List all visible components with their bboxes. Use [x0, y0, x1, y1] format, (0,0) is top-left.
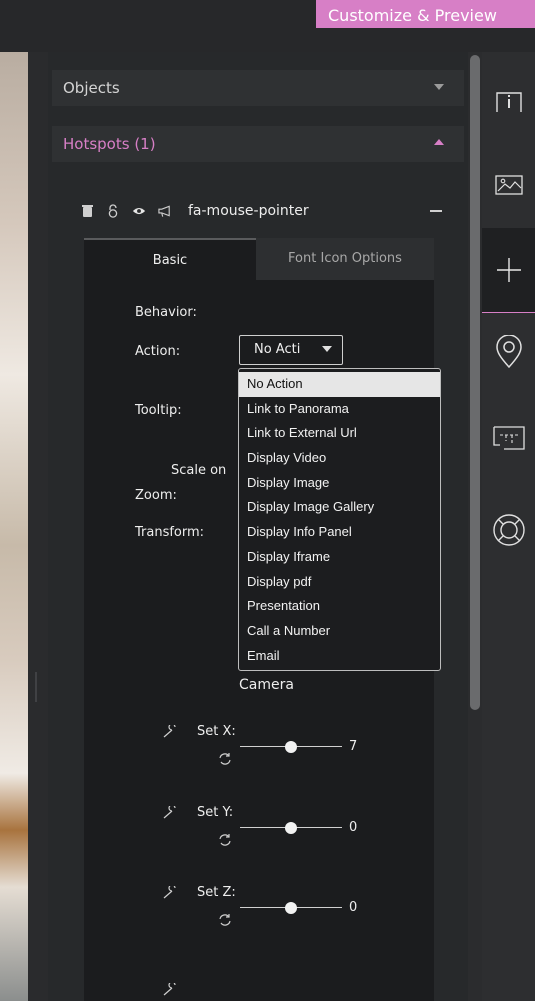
action-option[interactable]: Link to Panorama — [239, 397, 440, 422]
action-option[interactable]: No Action — [239, 372, 440, 397]
customize-preview-button[interactable]: Customize & Preview — [316, 0, 535, 28]
trash-icon[interactable] — [80, 204, 94, 218]
hotspot-name: fa-mouse-pointer — [188, 203, 309, 219]
hotspots-section-header[interactable]: Hotspots (1) — [52, 126, 464, 162]
hotspot-item[interactable]: fa-mouse-pointer — [80, 198, 450, 224]
chevron-down-icon — [434, 84, 444, 90]
panel-gutter — [28, 52, 48, 1001]
reset-icon[interactable] — [217, 751, 233, 767]
camera-set-x-row: Set X: 7 — [150, 723, 360, 784]
camera-set-y-row: Set Y: 0 — [150, 804, 360, 865]
lifebuoy-icon[interactable] — [482, 500, 535, 560]
action-option[interactable]: Display Iframe — [239, 545, 440, 570]
action-option[interactable]: Display Image Gallery — [239, 495, 440, 520]
tab-font-icon-options[interactable]: Font Icon Options — [256, 238, 434, 280]
plus-icon[interactable] — [482, 228, 535, 313]
collapse-icon[interactable] — [430, 210, 442, 212]
behavior-label: Behavior: — [135, 305, 197, 320]
action-select[interactable]: No Acti — [239, 335, 343, 365]
wrench-icon[interactable] — [162, 804, 180, 819]
action-option[interactable]: Presentation — [239, 594, 440, 619]
lock-icon[interactable] — [106, 204, 120, 218]
action-option[interactable]: Call a Number — [239, 619, 440, 644]
set-y-label: Set Y: — [197, 805, 234, 820]
hotspots-section-label: Hotspots (1) — [63, 135, 156, 153]
action-option[interactable]: Display Info Panel — [239, 520, 440, 545]
action-option[interactable]: Display Video — [239, 446, 440, 471]
image-icon[interactable] — [482, 150, 535, 220]
objects-section-header[interactable]: Objects — [52, 70, 464, 106]
floorplan-icon[interactable] — [482, 408, 535, 468]
resize-grip[interactable] — [35, 672, 37, 702]
wrench-icon[interactable] — [162, 981, 180, 1001]
action-option[interactable]: Link to External Url — [239, 421, 440, 446]
set-y-value: 0 — [349, 820, 358, 835]
action-option[interactable]: Display Image — [239, 471, 440, 496]
tooltip-label: Tooltip: — [135, 403, 182, 418]
set-z-label: Set Z: — [197, 885, 236, 900]
action-select-value: No Acti — [254, 342, 301, 357]
camera-set-z-row: Set Z: 0 — [150, 884, 360, 945]
action-label: Action: — [135, 344, 181, 359]
top-bar: Customize & Preview — [0, 0, 535, 52]
info-box-icon[interactable] — [482, 72, 535, 132]
camera-label: Camera — [239, 677, 294, 693]
zoom-label: Zoom: — [135, 488, 177, 503]
wrench-icon[interactable] — [162, 884, 180, 899]
set-x-slider-thumb[interactable] — [285, 741, 297, 753]
tab-basic[interactable]: Basic — [84, 238, 256, 280]
chevron-up-icon — [434, 139, 444, 145]
reset-icon[interactable] — [217, 912, 233, 928]
location-pin-icon[interactable] — [482, 322, 535, 382]
hotspot-tabs: Basic Font Icon Options — [84, 238, 434, 280]
set-z-slider-thumb[interactable] — [285, 902, 297, 914]
action-dropdown-list: No Action Link to Panorama Link to Exter… — [238, 368, 441, 671]
panorama-preview — [0, 52, 28, 1001]
megaphone-icon[interactable] — [158, 204, 172, 218]
scale-on-label: Scale on — [171, 463, 227, 478]
set-x-label: Set X: — [197, 724, 236, 739]
chevron-down-icon — [322, 346, 332, 352]
wrench-icon[interactable] — [162, 723, 180, 738]
action-option[interactable]: Email — [239, 644, 440, 669]
action-option[interactable]: Display pdf — [239, 570, 440, 595]
reset-icon[interactable] — [217, 832, 233, 848]
set-x-value: 7 — [349, 739, 358, 754]
set-y-slider-thumb[interactable] — [285, 822, 297, 834]
panel-scrollbar-thumb[interactable] — [470, 55, 480, 710]
set-z-value: 0 — [349, 900, 358, 915]
objects-section-label: Objects — [63, 79, 120, 97]
transform-label: Transform: — [135, 525, 205, 540]
eye-icon[interactable] — [132, 204, 146, 218]
